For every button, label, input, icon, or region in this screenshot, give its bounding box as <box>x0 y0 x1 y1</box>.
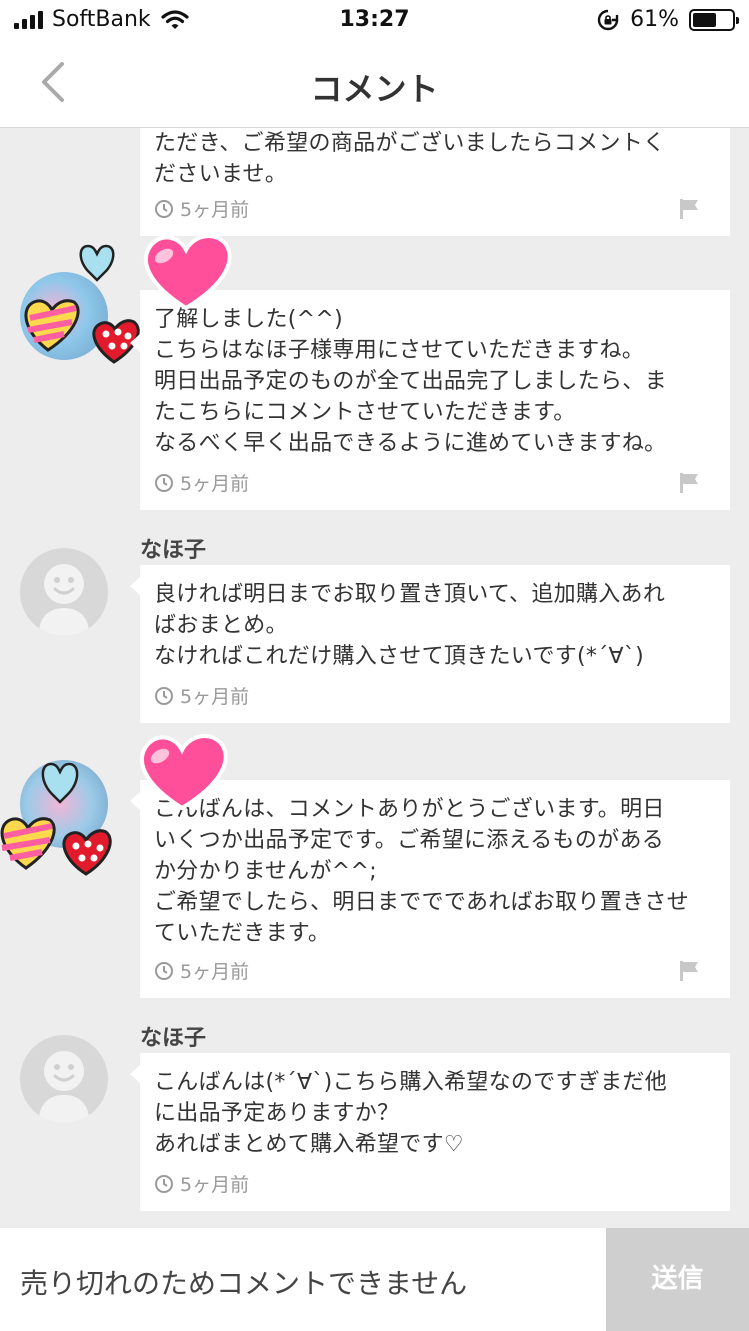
sticker-hearts-icon <box>0 762 112 876</box>
comment-author: なほ子 <box>140 538 207 563</box>
clock-icon <box>155 1174 173 1193</box>
page-title: コメント <box>310 70 439 108</box>
comment-meta: 5ヶ月前 <box>154 469 249 496</box>
comment-card: ただき、ご希望の商品がございましたらコメントく ださいませ。 5ヶ月前 <box>140 128 730 236</box>
comment-meta: 5ヶ月前 <box>154 195 249 222</box>
comment-time: 5ヶ月前 <box>180 473 250 495</box>
comment-text: こんばんは(*´∀`)こちら購入希望なのですぎまだ他 に出品予定ありますか？ あ… <box>154 1070 668 1157</box>
comment-card: こんばんは、コメントありがとうございます。明日 いくつか出品予定です。ご希望に添… <box>130 780 730 998</box>
flag-icon[interactable] <box>678 960 700 982</box>
comment-card: こんばんは(*´∀`)こちら購入希望なのですぎまだ他 に出品予定ありますか？ あ… <box>130 1053 730 1211</box>
comment-text: 了解しました(^^) こちらはなほ子様専用にさせていただきますね。 明日出品予定… <box>154 307 667 456</box>
comment-text: 良ければ明日までお取り置き頂いて、追加購入あれ ばおまとめ。 なければこれだけ購… <box>154 582 666 669</box>
status-bar: SoftBank 13:27 61% <box>0 0 749 40</box>
clock-icon <box>155 686 173 705</box>
comment-list[interactable]: ただき、ご希望の商品がございましたらコメントく ださいませ。 5ヶ月前 了解しま… <box>0 128 749 1228</box>
comment-card: 良ければ明日までお取り置き頂いて、追加購入あれ ばおまとめ。 なければこれだけ購… <box>130 565 730 723</box>
comment-time: 5ヶ月前 <box>180 686 250 708</box>
clock-icon <box>155 961 173 980</box>
rotation-lock-icon <box>597 9 619 30</box>
comment-time: 5ヶ月前 <box>180 1174 250 1196</box>
battery-icon <box>689 8 739 31</box>
clock-icon <box>155 473 173 492</box>
comment-meta: 5ヶ月前 <box>154 957 249 984</box>
comment-time: 5ヶ月前 <box>180 199 250 221</box>
avatar[interactable] <box>20 548 108 636</box>
comment-input[interactable]: 売り切れのためコメントできません <box>20 1262 467 1302</box>
comment-text: ただき、ご希望の商品がございましたらコメントく ださいませ。 <box>154 131 666 187</box>
comment-meta: 5ヶ月前 <box>154 682 249 709</box>
clock-icon <box>155 199 173 218</box>
comment-input-bar: 売り切れのためコメントできません 送信 <box>0 1228 749 1331</box>
comment-text: こんばんは、コメントありがとうございます。明日 いくつか出品予定です。ご希望に添… <box>154 797 689 946</box>
sticker-pink-heart-icon <box>139 734 228 811</box>
comment-meta: 5ヶ月前 <box>154 1170 249 1197</box>
sticker-pink-heart-icon <box>143 234 232 311</box>
default-avatar-icon <box>38 564 90 636</box>
nav-bar: コメント <box>0 40 749 128</box>
battery-percent: 61% <box>630 7 679 32</box>
flag-icon[interactable] <box>678 198 700 220</box>
comment-author: なほ子 <box>140 1026 207 1051</box>
send-button[interactable]: 送信 <box>606 1228 749 1331</box>
comment-time: 5ヶ月前 <box>180 961 250 983</box>
comment-card: 了解しました(^^) こちらはなほ子様専用にさせていただきますね。 明日出品予定… <box>130 290 730 510</box>
avatar[interactable] <box>20 1035 108 1123</box>
flag-icon[interactable] <box>678 472 700 494</box>
sticker-hearts-icon <box>24 244 140 364</box>
default-avatar-icon <box>38 1051 90 1123</box>
